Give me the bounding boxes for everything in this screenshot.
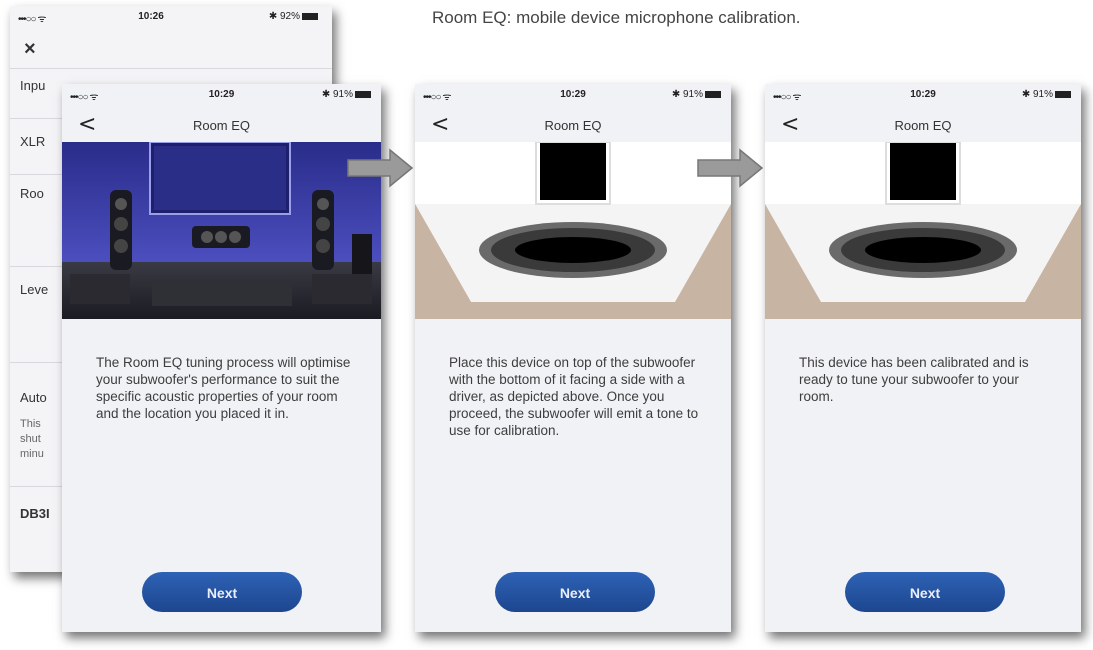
battery-icon (355, 90, 371, 98)
row-label: XLR (20, 134, 46, 149)
nav-bar: < Room EQ (765, 106, 1081, 142)
description-text: The Room EQ tuning process will optimise… (96, 355, 351, 421)
nav-bar: < Room EQ (62, 106, 381, 142)
battery-indicator: ✱ 91% (672, 89, 721, 100)
status-bar: •••○○ ᯤ 10:26 ✱ 92% (10, 6, 332, 28)
row-label: Leve (20, 282, 49, 297)
battery-icon (302, 12, 318, 20)
row-sublabel: This shut minu (20, 418, 44, 460)
room-eq-placement-screen: •••○○ ᯤ 10:29 ✱ 91% < Room EQ Place this… (415, 84, 731, 632)
battery-text: ✱ 92% (268, 11, 300, 22)
screen-title: Room EQ (894, 118, 952, 133)
description-text: Place this device on top of the subwoofe… (449, 355, 699, 438)
home-theater-illustration (62, 142, 381, 319)
room-eq-calibrated-screen: •••○○ ᯤ 10:29 ✱ 91% < Room EQ This devic… (765, 84, 1081, 632)
battery-icon (1055, 90, 1071, 98)
room-eq-intro-screen: •••○○ ᯤ 10:29 ✱ 91% < Room EQ The Room E… (62, 84, 381, 632)
arrow-right-icon (697, 148, 764, 188)
next-button[interactable]: Next (845, 572, 1005, 612)
figure-caption: Room EQ: mobile device microphone calibr… (432, 8, 801, 27)
close-icon[interactable]: × (24, 38, 36, 61)
battery-icon (705, 90, 721, 98)
description-text: This device has been calibrated and is r… (799, 355, 1029, 404)
subwoofer-placement-image (415, 142, 731, 319)
battery-indicator: ✱ 91% (322, 89, 371, 100)
arrow-right-icon (347, 148, 414, 188)
row-label: Roo (20, 186, 44, 201)
screen-title: Room EQ (192, 118, 251, 133)
phone-on-subwoofer-illustration (765, 142, 1081, 319)
next-button[interactable]: Next (495, 572, 655, 612)
battery-indicator: ✱ 92% (269, 11, 318, 22)
row-label: Inpu (20, 78, 46, 93)
battery-indicator: ✱ 91% (1022, 89, 1071, 100)
battery-text: ✱ 91% (1021, 89, 1053, 100)
nav-bar: < Room EQ (415, 106, 731, 142)
status-bar: •••○○ ᯤ 10:29 ✱ 91% (765, 84, 1081, 106)
next-button[interactable]: Next (142, 572, 302, 612)
phone-on-subwoofer-illustration (415, 142, 731, 319)
battery-text: ✱ 91% (321, 89, 353, 100)
screen-title: Room EQ (544, 118, 602, 133)
subwoofer-placement-image (765, 142, 1081, 319)
divider (10, 68, 332, 69)
status-bar: •••○○ ᯤ 10:29 ✱ 91% (62, 84, 381, 106)
row-label: DB3I (20, 506, 50, 521)
battery-text: ✱ 91% (671, 89, 703, 100)
status-bar: •••○○ ᯤ 10:29 ✱ 91% (415, 84, 731, 106)
home-theater-image (62, 142, 381, 319)
